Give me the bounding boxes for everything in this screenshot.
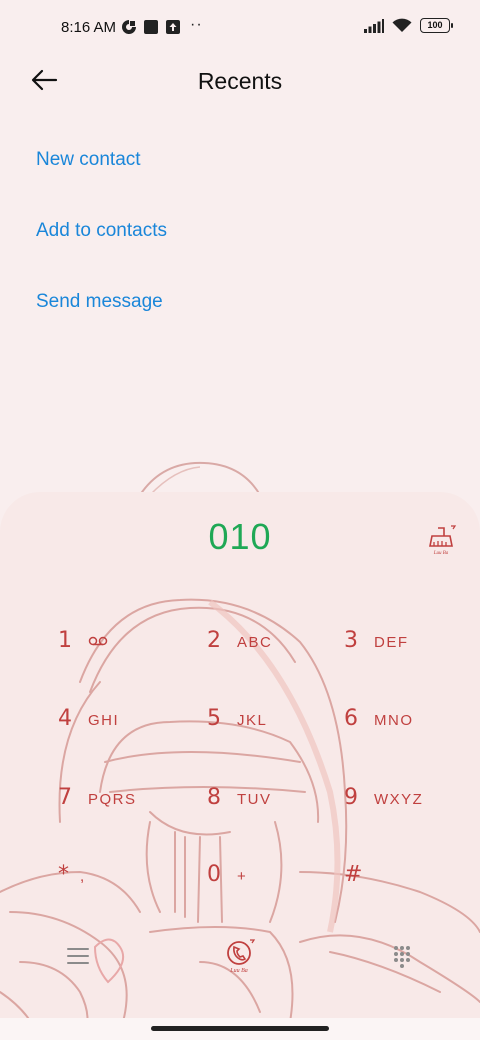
key-8[interactable]: 8 TUV xyxy=(207,785,327,825)
header: Recents xyxy=(0,56,480,108)
send-message-button[interactable]: Send message xyxy=(36,291,163,313)
upload-icon xyxy=(166,20,180,34)
key-0[interactable]: 0 + xyxy=(207,862,327,902)
camera-app-icon xyxy=(122,20,136,34)
key-9[interactable]: 9 WXYZ xyxy=(344,785,464,825)
dialed-number: 010 xyxy=(208,516,272,557)
battery-icon: 100 xyxy=(420,18,453,33)
page-title: Recents xyxy=(197,68,283,94)
home-indicator[interactable] xyxy=(151,1026,329,1031)
new-contact-button[interactable]: New contact xyxy=(36,149,141,171)
svg-text:Luu Ba: Luu Ba xyxy=(229,968,248,974)
signal-icon xyxy=(364,18,384,33)
add-to-contacts-button[interactable]: Add to contacts xyxy=(36,220,167,242)
key-7[interactable]: 7 PQRS xyxy=(58,785,178,825)
clear-broom-icon[interactable]: Luu Ba xyxy=(424,522,458,556)
key-3[interactable]: 3 DEF xyxy=(344,628,464,668)
key-1[interactable]: 1 xyxy=(58,628,178,668)
status-time: 8:16 AM xyxy=(61,19,117,36)
voicemail-icon xyxy=(88,636,108,646)
key-2[interactable]: 2 ABC xyxy=(207,628,327,668)
square-notification-icon xyxy=(144,20,158,34)
call-icon[interactable]: Luu Ba xyxy=(224,938,256,974)
key-star[interactable]: * , xyxy=(58,862,178,902)
key-4[interactable]: 4 GHI xyxy=(58,706,178,746)
svg-text:Luu Ba: Luu Ba xyxy=(433,551,449,556)
more-notifications-dots: ·· xyxy=(190,16,203,33)
dialer-panel: 010 Luu Ba 1 2 ABC 3 DEF 4 GHI 5 JKL 6 M… xyxy=(0,492,480,1040)
key-5[interactable]: 5 JKL xyxy=(207,706,327,746)
wifi-icon xyxy=(392,18,412,32)
key-6[interactable]: 6 MNO xyxy=(344,706,464,746)
status-bar: 8:16 AM ·· 100 xyxy=(0,0,480,56)
keypad-icon[interactable] xyxy=(392,944,412,968)
menu-icon[interactable] xyxy=(66,946,90,966)
key-hash[interactable]: # xyxy=(344,862,464,902)
